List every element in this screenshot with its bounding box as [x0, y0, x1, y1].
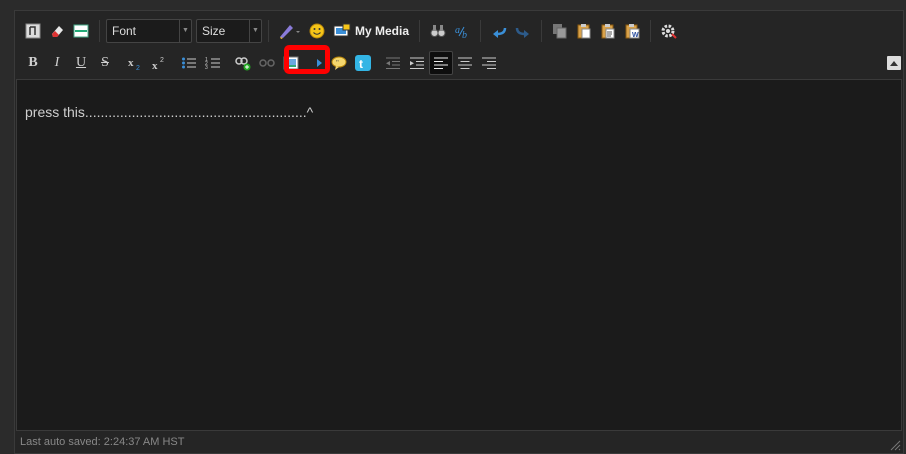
resize-handle-icon[interactable] [889, 439, 901, 451]
eraser-icon [52, 25, 63, 37]
twitter-button[interactable]: t [351, 51, 375, 75]
outdent-icon [386, 57, 400, 69]
size-select-label: Size [202, 23, 226, 38]
source-icon [25, 23, 41, 38]
toolbar-row-2: B I U S x2 x2 123 " t [15, 47, 903, 78]
binoculars-icon [430, 24, 446, 37]
find-button[interactable] [426, 19, 450, 43]
link-icon [235, 56, 251, 70]
copy-icon [553, 23, 567, 38]
align-left-button[interactable] [429, 50, 453, 75]
text-color-button[interactable] [275, 19, 305, 43]
horizontal-rule-icon [73, 24, 89, 37]
paste-button[interactable] [572, 19, 596, 43]
superscript-button[interactable]: x2 [147, 51, 171, 75]
chevron-down-icon: ▼ [179, 19, 191, 42]
paste-text-button[interactable] [596, 19, 620, 43]
clipboard-icon [577, 23, 591, 38]
superscript-icon: x2 [152, 57, 164, 71]
annotation-highlight-box [284, 45, 330, 74]
bulleted-list-button[interactable] [177, 51, 201, 75]
collapse-toolbar-button[interactable] [887, 56, 901, 70]
gear-icon [661, 24, 677, 39]
outdent-button[interactable] [381, 51, 405, 75]
insert-link-button[interactable] [231, 51, 255, 75]
unlink-button[interactable] [255, 51, 279, 75]
size-select[interactable]: Size ▼ [196, 18, 262, 43]
strikethrough-button[interactable]: S [93, 51, 117, 75]
align-right-icon [482, 57, 496, 69]
align-left-icon [434, 57, 448, 69]
horizontal-rule-button[interactable] [69, 19, 93, 43]
redo-button[interactable] [511, 19, 535, 43]
svg-text:3: 3 [205, 65, 208, 71]
font-select[interactable]: Font ▼ [106, 18, 192, 43]
source-code-button[interactable] [21, 19, 45, 43]
indent-button[interactable] [405, 51, 429, 75]
smiley-button[interactable] [305, 19, 329, 43]
svg-text:t: t [359, 57, 363, 71]
redo-icon [515, 27, 530, 38]
quote-button[interactable]: " [327, 51, 351, 75]
undo-icon [493, 27, 507, 38]
svg-text:2: 2 [136, 65, 140, 71]
align-center-button[interactable] [453, 51, 477, 75]
rich-text-editor: Font ▼ Size ▼ My Media ab W B I U S x 2 … [14, 10, 904, 454]
my-media-label: My Media [355, 23, 410, 38]
svg-text:a: a [455, 25, 460, 36]
underline-button[interactable]: U [69, 51, 93, 75]
numbered-list-icon: 123 [205, 57, 220, 71]
numbered-list-button[interactable]: 123 [201, 51, 225, 75]
content-text: press this..............................… [25, 104, 314, 120]
editor-content-area[interactable]: press this..............................… [16, 79, 902, 431]
align-right-button[interactable] [477, 51, 501, 75]
autosave-status: Last auto saved: 2:24:37 AM HST [20, 436, 185, 448]
settings-button[interactable] [657, 19, 681, 43]
my-media-button[interactable]: My Media [329, 19, 413, 43]
remove-format-button[interactable] [45, 19, 69, 43]
svg-text:x: x [152, 60, 158, 71]
svg-text:": " [336, 59, 339, 67]
subscript-icon: x2 [128, 57, 140, 71]
bullet-list-icon [182, 57, 196, 68]
replace-icon: ab [455, 25, 467, 39]
copy-button[interactable] [548, 19, 572, 43]
paste-word-button[interactable]: W [620, 19, 644, 43]
svg-text:b: b [462, 30, 467, 39]
subscript-button[interactable]: x2 [123, 51, 147, 75]
pencil-color-icon [280, 24, 300, 39]
toolbar-row-1: Font ▼ Size ▼ My Media ab W [15, 15, 903, 46]
smiley-icon [309, 23, 325, 38]
align-center-icon [458, 57, 472, 69]
bold-button[interactable]: B [21, 51, 45, 75]
italic-button[interactable]: I [45, 51, 69, 75]
media-icon [333, 23, 351, 36]
chevron-down-icon: ▼ [249, 19, 261, 42]
unlink-icon [259, 58, 275, 67]
font-select-label: Font [112, 23, 137, 38]
replace-button[interactable]: ab [450, 19, 474, 43]
undo-button[interactable] [487, 19, 511, 43]
speech-bubble-icon: " [331, 56, 347, 70]
twitter-icon: t [355, 54, 371, 71]
collapse-up-icon [890, 61, 898, 66]
svg-text:2: 2 [160, 57, 164, 64]
indent-icon [410, 57, 424, 69]
paste-word-icon: W [625, 23, 640, 39]
paste-text-icon [601, 23, 615, 38]
svg-text:W: W [632, 32, 639, 39]
svg-text:x: x [128, 57, 134, 69]
